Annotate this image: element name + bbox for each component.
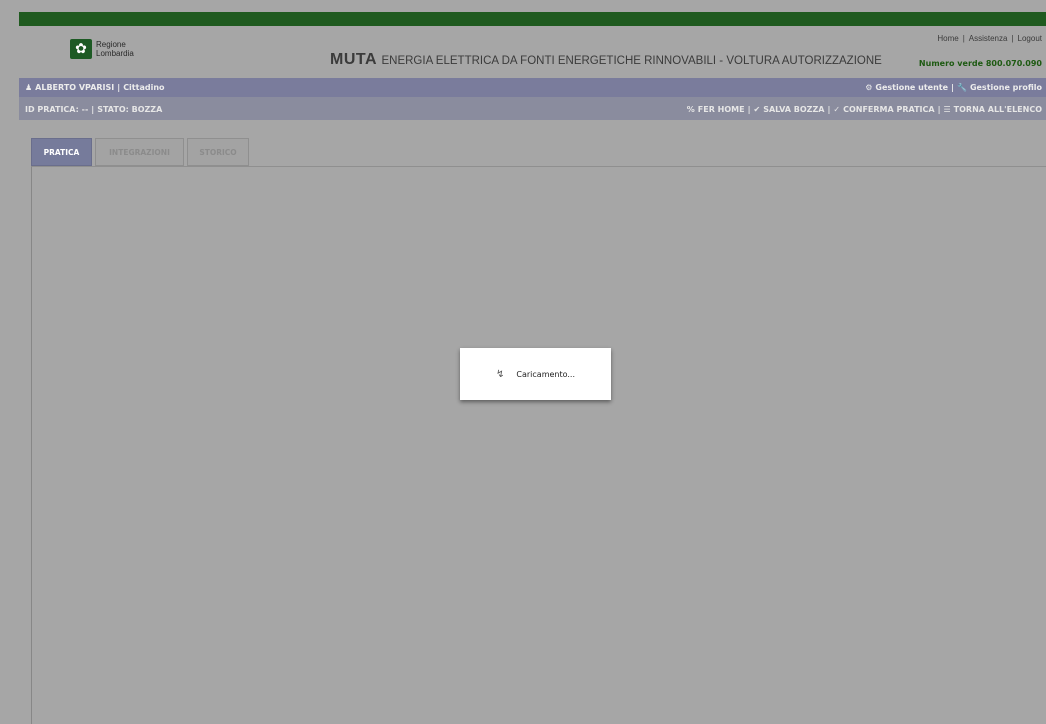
regione-lombardia-logo[interactable]: ✿ Regione Lombardia: [70, 39, 134, 59]
pratica-actions: % FER HOME | ✔ SALVA BOZZA | ✓ CONFERMA PRATICA…: [687, 105, 1042, 114]
title-subtitle: ENERGIA ELETTRICA DA FONTI ENERGETICHE R…: [381, 55, 882, 67]
logo-line-2: Lombardia: [96, 49, 134, 58]
id-pratica: ID PRATICA: --: [25, 105, 89, 114]
loading-text: Caricamento...: [516, 369, 575, 379]
gestione-utente-label: Gestione utente: [875, 83, 949, 92]
link-separator: |: [1011, 34, 1014, 43]
tab-integrazioni[interactable]: INTEGRAZIONI: [95, 138, 184, 166]
gestione-profilo-label: Gestione profilo: [969, 83, 1042, 92]
title-main: MUTA: [330, 51, 378, 68]
gestione-utente-button[interactable]: ⚙ Gestione utente: [865, 83, 948, 92]
user-bar: ♟ ALBERTO VPARISI | Cittadino ⚙ Gestione ute…: [19, 78, 1046, 97]
user-name: ALBERTO VPARISI: [35, 83, 115, 92]
conferma-pratica-button[interactable]: ✓ CONFERMA PRATICA: [833, 105, 934, 114]
fer-home-label: FER HOME: [697, 105, 745, 114]
link-icon: %: [686, 105, 695, 114]
logout-link[interactable]: Logout: [1018, 34, 1042, 43]
assistenza-link[interactable]: Assistenza: [969, 34, 1008, 43]
user-icon: ♟: [25, 83, 33, 92]
separator: |: [747, 105, 751, 114]
pratica-status: ID PRATICA: -- | STATO: BOZZA: [25, 105, 162, 114]
check-icon: ✓: [833, 105, 841, 114]
top-green-bar: [19, 12, 1046, 26]
user-role: Cittadino: [123, 83, 165, 92]
conferma-pratica-label: CONFERMA PRATICA: [843, 105, 935, 114]
loading-dialog: ↯ Caricamento...: [460, 348, 611, 400]
stato-pratica: STATO: BOZZA: [97, 105, 163, 114]
user-info: ♟ ALBERTO VPARISI | Cittadino: [25, 83, 165, 92]
page-title: MUTA ENERGIA ELETTRICA DA FONTI ENERGETI…: [330, 51, 882, 69]
save-icon: ✔: [753, 105, 761, 114]
list-icon: ☰: [943, 105, 951, 114]
gestione-profilo-button[interactable]: 🔧 Gestione profilo: [957, 83, 1042, 92]
header: ✿ Regione Lombardia MUTA ENERGIA ELETTRI…: [19, 26, 1046, 78]
tab-content-panel: [31, 166, 1046, 724]
salva-bozza-button[interactable]: ✔ SALVA BOZZA: [754, 105, 825, 114]
logo-line-1: Regione: [96, 40, 126, 49]
tab-bar: PRATICA INTEGRAZIONI STORICO: [31, 138, 252, 166]
separator: |: [937, 105, 941, 114]
user-actions: ⚙ Gestione utente | 🔧 Gestione profilo: [865, 83, 1042, 92]
link-separator: |: [962, 34, 965, 43]
fer-home-button[interactable]: % FER HOME: [687, 105, 745, 114]
torna-elenco-label: TORNA ALL'ELENCO: [953, 105, 1042, 114]
torna-elenco-button[interactable]: ☰ TORNA ALL'ELENCO: [944, 105, 1043, 114]
home-link[interactable]: Home: [937, 34, 958, 43]
tab-pratica[interactable]: PRATICA: [31, 138, 92, 166]
separator: |: [951, 83, 954, 92]
status-bar: ID PRATICA: -- | STATO: BOZZA % FER HOME | ✔ S…: [19, 97, 1046, 120]
logo-rose-icon: ✿: [70, 39, 92, 59]
salva-bozza-label: SALVA BOZZA: [763, 105, 825, 114]
separator: |: [117, 83, 121, 92]
phone-number: Numero verde 800.070.090: [918, 59, 1042, 68]
separator: |: [827, 105, 831, 114]
separator: |: [91, 105, 95, 114]
tab-storico[interactable]: STORICO: [187, 138, 249, 166]
top-links: Home | Assistenza | Logout: [937, 34, 1042, 43]
spinner-icon: ↯: [496, 368, 505, 380]
gear-icon: ⚙: [865, 83, 873, 92]
wrench-icon: 🔧: [956, 83, 967, 92]
logo-text: Regione Lombardia: [96, 40, 134, 58]
